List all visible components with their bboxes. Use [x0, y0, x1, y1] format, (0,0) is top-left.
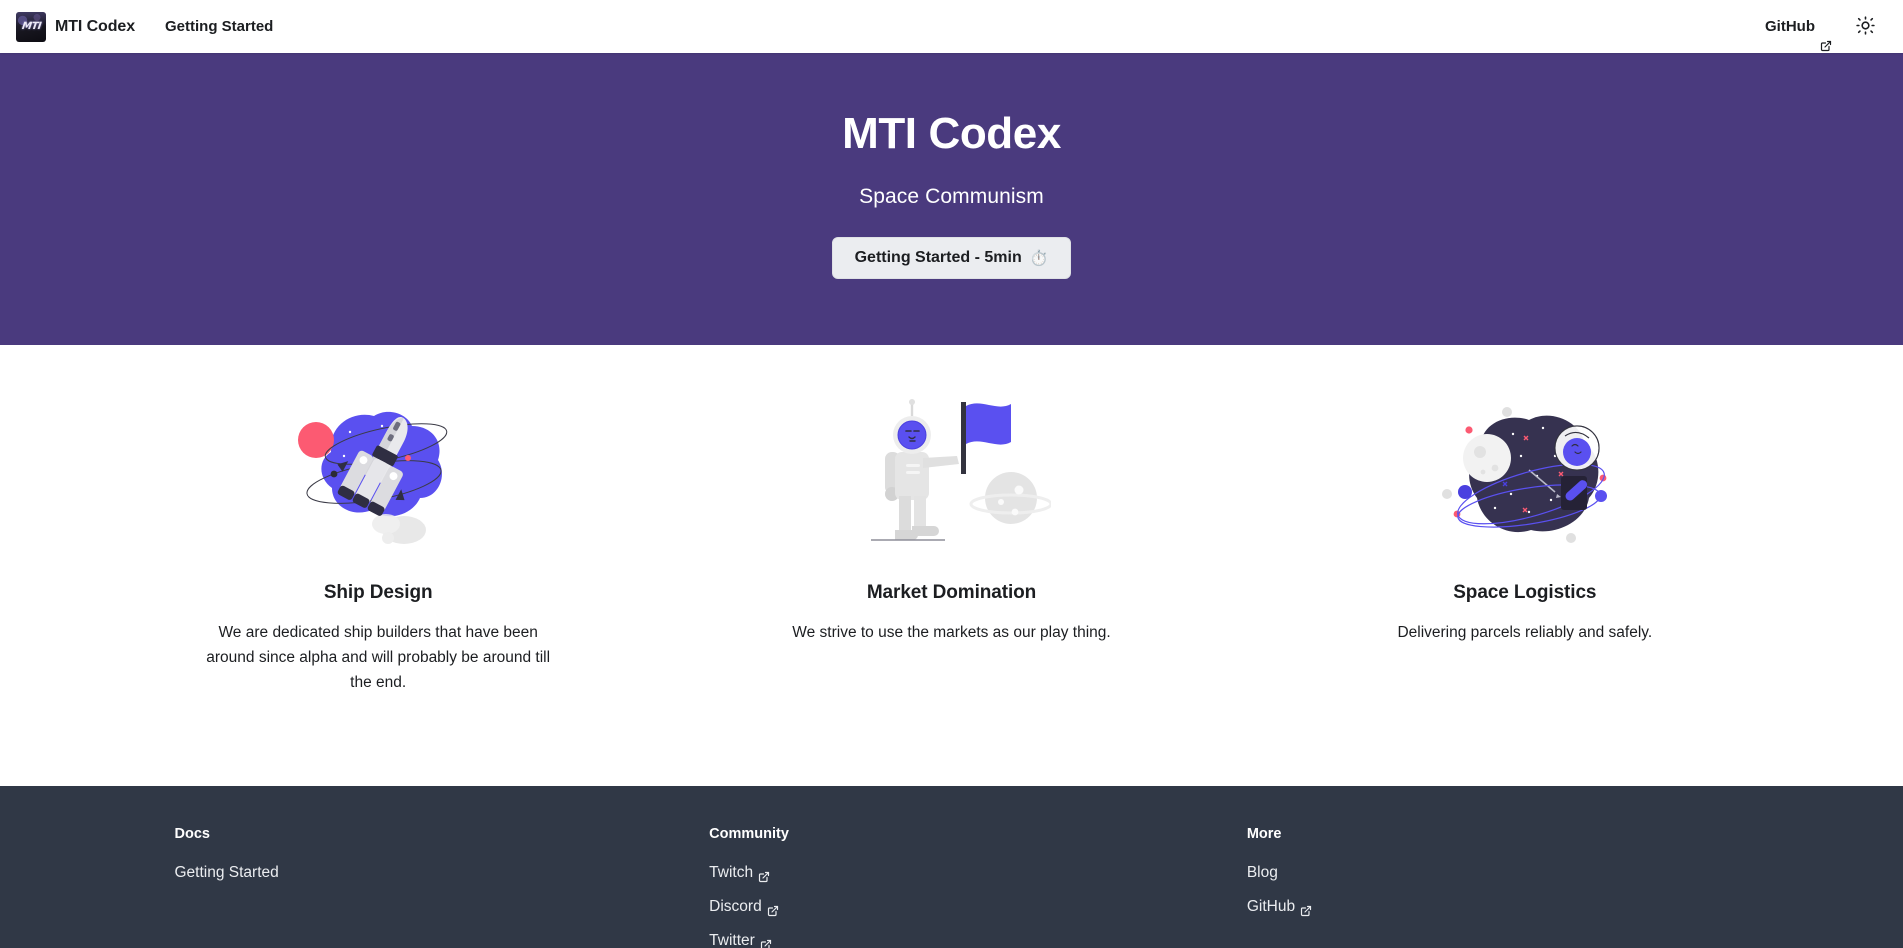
footer-link-label: GitHub	[1246, 897, 1296, 915]
getting-started-cta-button[interactable]: Getting Started - 5min ⏱️	[831, 237, 1072, 280]
footer-link-twitch[interactable]: Twitch	[709, 861, 770, 886]
footer-heading: Community	[709, 826, 789, 842]
footer-link-item: Discord	[709, 895, 1229, 929]
footer-link-label: Blog	[1246, 864, 1278, 881]
footer-link-label: Getting Started	[174, 864, 279, 881]
footer-columns: Docs Getting Started Community Twitch Di…	[137, 826, 1767, 948]
theme-toggle-button[interactable]	[1849, 11, 1881, 43]
external-link-icon	[760, 935, 772, 948]
nav-github-label: GitHub	[1765, 18, 1815, 35]
hero-title: MTI Codex	[842, 109, 1061, 158]
footer-link-item: Twitter	[709, 929, 1229, 948]
nav-item-getting-started[interactable]: Getting Started	[152, 0, 286, 53]
navbar: MTI MTI Codex Getting Started GitHub	[0, 0, 1903, 53]
brand-home-link[interactable]: MTI MTI Codex	[10, 11, 141, 42]
hero-subtitle: Space Communism	[859, 185, 1044, 209]
nav-item-label: Getting Started	[165, 18, 274, 35]
sun-icon	[1855, 15, 1875, 38]
feature-card-market-domination: Market Domination We strive to use the m…	[665, 370, 1238, 695]
space-planet-illustration	[1425, 370, 1625, 570]
footer-link-blog[interactable]: Blog	[1247, 861, 1278, 886]
features-section: Ship Design We are dedicated ship builde…	[0, 345, 1903, 786]
nav-item-github[interactable]: GitHub	[1752, 0, 1845, 53]
footer-link-item: Getting Started	[175, 861, 695, 895]
hero-banner: MTI Codex Space Communism Getting Starte…	[0, 53, 1903, 345]
feature-description: Delivering parcels reliably and safely.	[1397, 624, 1653, 641]
footer-column-more: More Blog GitHub	[1229, 826, 1767, 948]
rocket-launch-illustration	[278, 370, 478, 570]
stopwatch-icon: ⏱️	[1029, 248, 1049, 267]
footer-link-label: Twitch	[709, 864, 754, 881]
navbar-right: GitHub	[1752, 0, 1891, 53]
feature-card-ship-design: Ship Design We are dedicated ship builde…	[92, 370, 665, 695]
site-footer: Docs Getting Started Community Twitch Di…	[0, 786, 1903, 948]
mti-logo-text: MTI	[20, 21, 42, 32]
footer-link-item: Twitch	[709, 861, 1229, 895]
feature-description: We are dedicated ship builders that have…	[206, 624, 551, 692]
astronaut-flag-illustration	[851, 370, 1052, 570]
footer-heading: Docs	[174, 826, 210, 842]
footer-link-item: GitHub	[1247, 895, 1767, 929]
external-link-icon	[1300, 901, 1312, 917]
footer-link-twitter[interactable]: Twitter	[709, 929, 772, 948]
external-link-icon	[758, 867, 770, 883]
features-row: Ship Design We are dedicated ship builde…	[92, 370, 1812, 695]
feature-card-space-logistics: Space Logistics Delivering parcels relia…	[1238, 370, 1811, 695]
footer-column-community: Community Twitch Discord Twitter	[694, 826, 1229, 948]
footer-link-discord[interactable]: Discord	[709, 895, 779, 920]
footer-link-label: Twitter	[709, 931, 755, 948]
feature-title: Ship Design	[323, 582, 433, 603]
feature-title: Space Logistics	[1453, 582, 1597, 603]
feature-description: We strive to use the markets as our play…	[792, 624, 1111, 641]
footer-link-getting-started[interactable]: Getting Started	[175, 861, 279, 886]
feature-title: Market Domination	[866, 582, 1037, 603]
external-link-icon	[767, 901, 779, 917]
footer-link-item: Blog	[1247, 861, 1767, 895]
cta-label: Getting Started - 5min	[854, 249, 1022, 267]
footer-link-label: Discord	[709, 897, 762, 915]
external-link-icon	[1820, 21, 1832, 51]
footer-column-docs: Docs Getting Started	[137, 826, 695, 948]
brand-title: MTI Codex	[55, 17, 135, 35]
mti-logo-icon: MTI	[16, 11, 46, 42]
navbar-left: MTI MTI Codex Getting Started	[10, 0, 286, 53]
footer-heading: More	[1246, 826, 1282, 842]
footer-link-github[interactable]: GitHub	[1247, 895, 1312, 920]
